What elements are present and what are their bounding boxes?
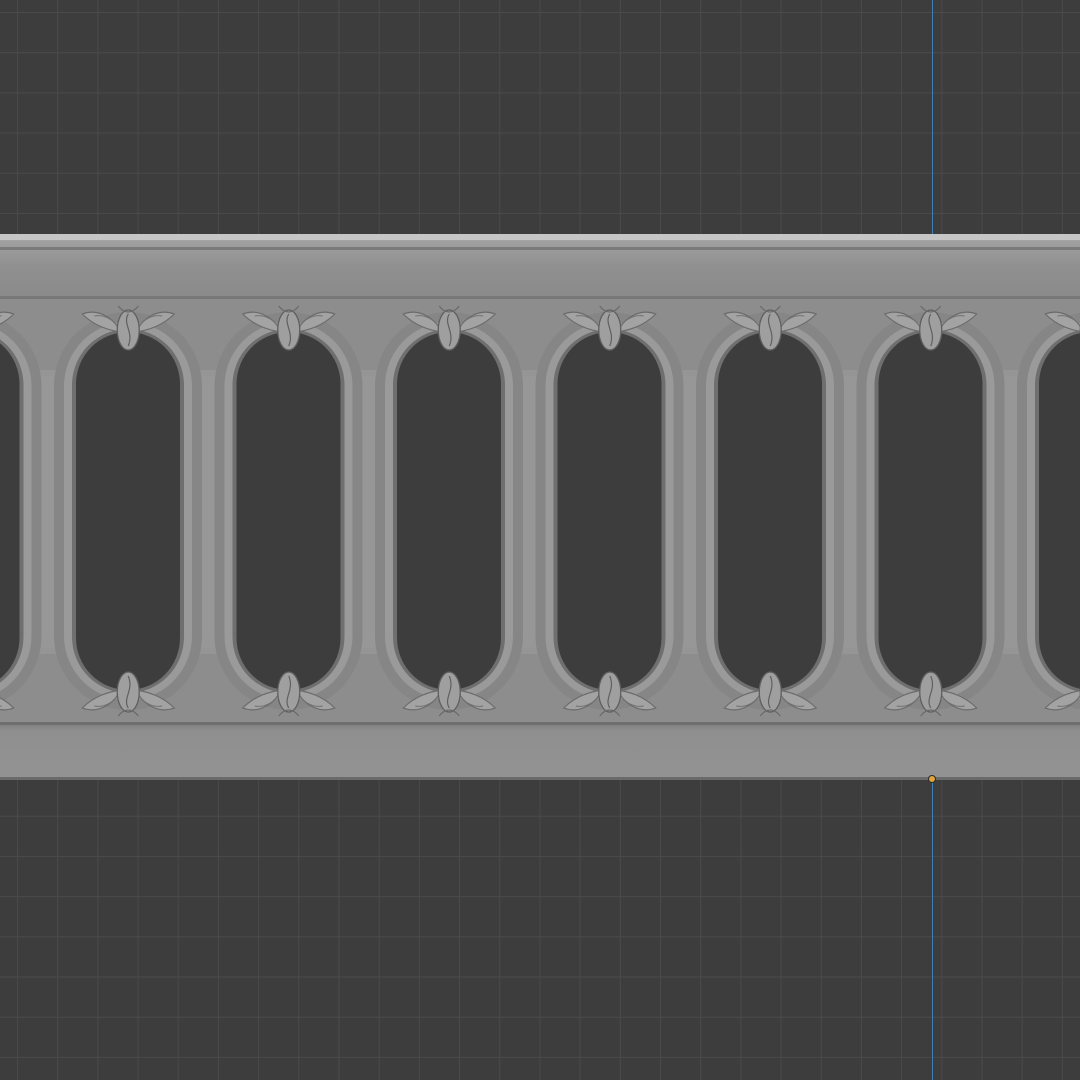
base-rail-top-line [0,722,1080,725]
origin-dot-icon[interactable] [929,776,935,782]
oval-opening [236,332,341,690]
oval-opening [1039,333,1080,689]
cap-rail-groove [0,247,1080,250]
balustrade-model[interactable] [0,0,1080,1080]
base-rail-bottom-line [0,777,1080,780]
base-rail [0,722,1080,780]
oval-opening [397,332,501,690]
oval-opening [557,332,662,690]
oval-opening [878,332,983,690]
oval-opening [718,332,822,690]
cap-rail [0,234,1080,298]
panel-top-edge [0,296,1080,299]
oval-opening [0,343,20,679]
cap-rail-highlight [0,234,1080,240]
oval-opening [76,332,180,690]
3d-viewport[interactable] [0,0,1080,1080]
